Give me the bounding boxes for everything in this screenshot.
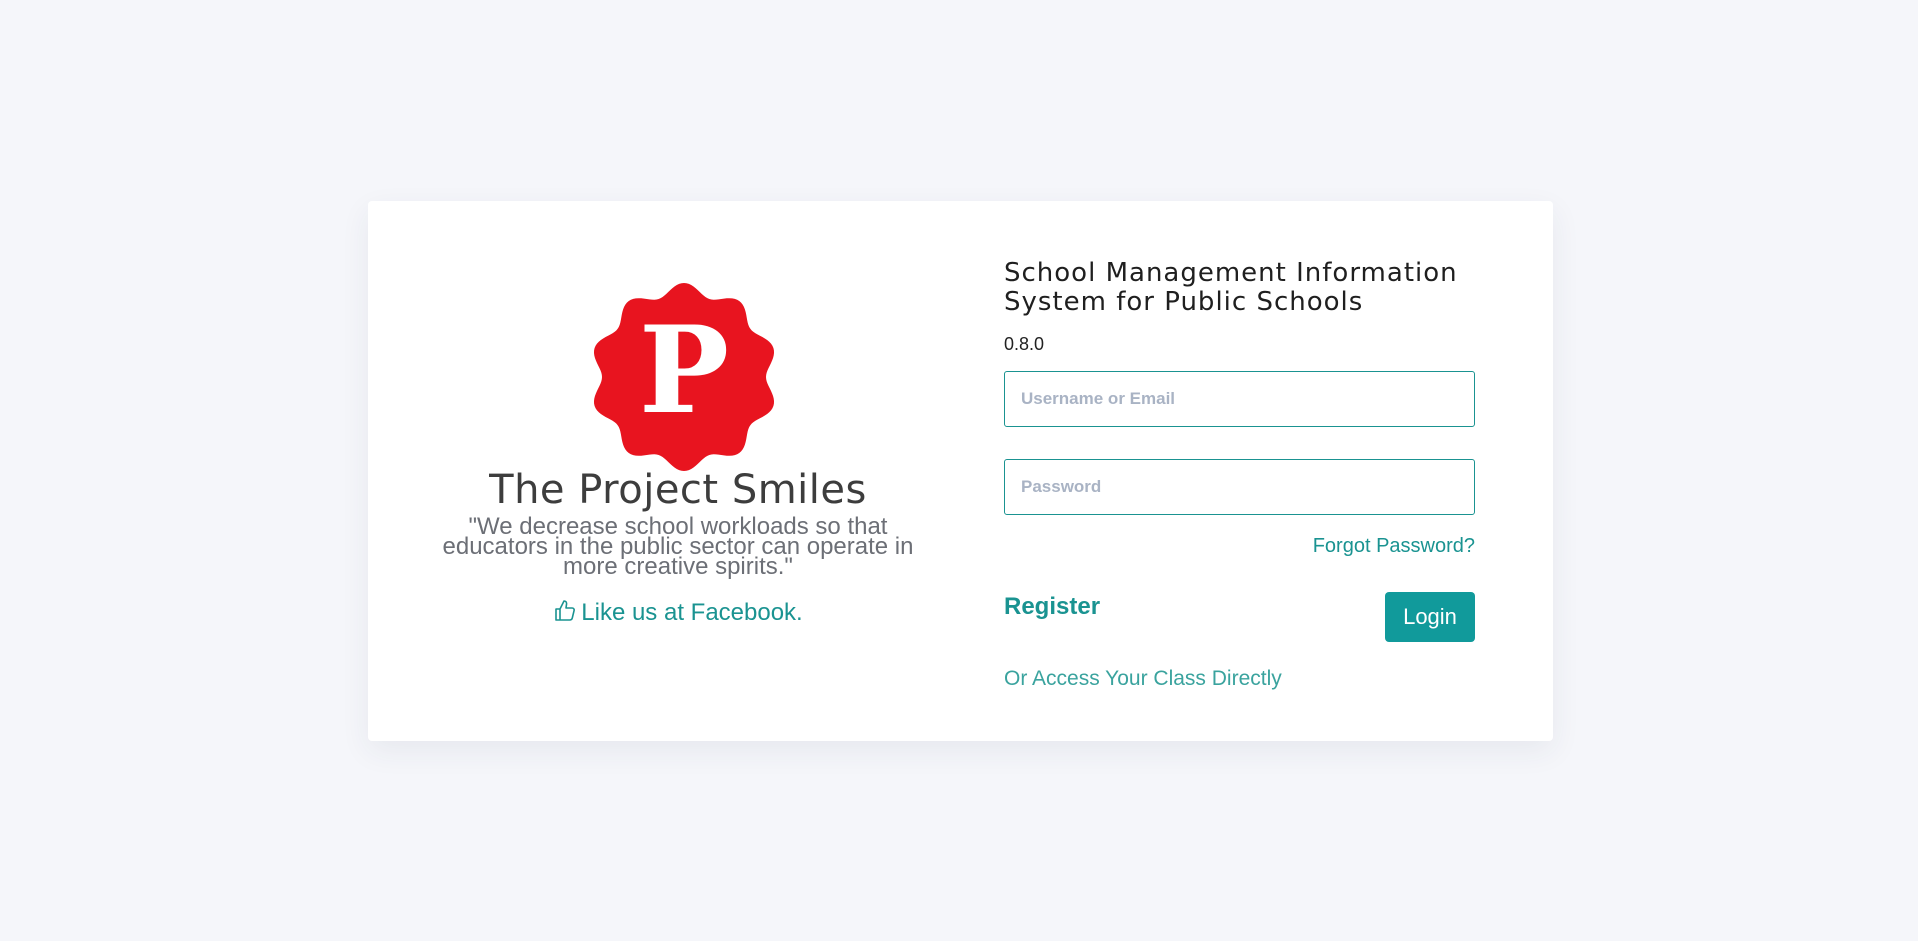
login-button[interactable]: Login [1385, 592, 1475, 642]
login-panel: School Management Information System for… [1004, 201, 1504, 741]
brand-tagline: "We decrease school workloads so that ed… [442, 513, 914, 580]
logo-letter: P [639, 300, 729, 441]
version-label: 0.8.0 [1004, 334, 1045, 354]
login-card: P The Project Smiles "We decrease school… [368, 201, 1553, 741]
class-access-link[interactable]: Or Access Your Class Directly [1004, 667, 1282, 691]
forgot-password-link[interactable]: Forgot Password? [1313, 535, 1475, 558]
facebook-link[interactable]: Like us at Facebook. [368, 599, 988, 627]
thumbs-up-icon [555, 600, 576, 621]
password-input[interactable] [1004, 459, 1475, 515]
username-input[interactable] [1004, 371, 1475, 427]
project-smiles-logo: P [593, 283, 775, 471]
brand-name: The Project Smiles [489, 467, 867, 513]
system-title: School Management Information System for… [1004, 258, 1458, 317]
brand-panel: P The Project Smiles "We decrease school… [368, 201, 988, 741]
facebook-link-label: Like us at Facebook. [581, 599, 803, 626]
register-link[interactable]: Register [1004, 593, 1100, 621]
